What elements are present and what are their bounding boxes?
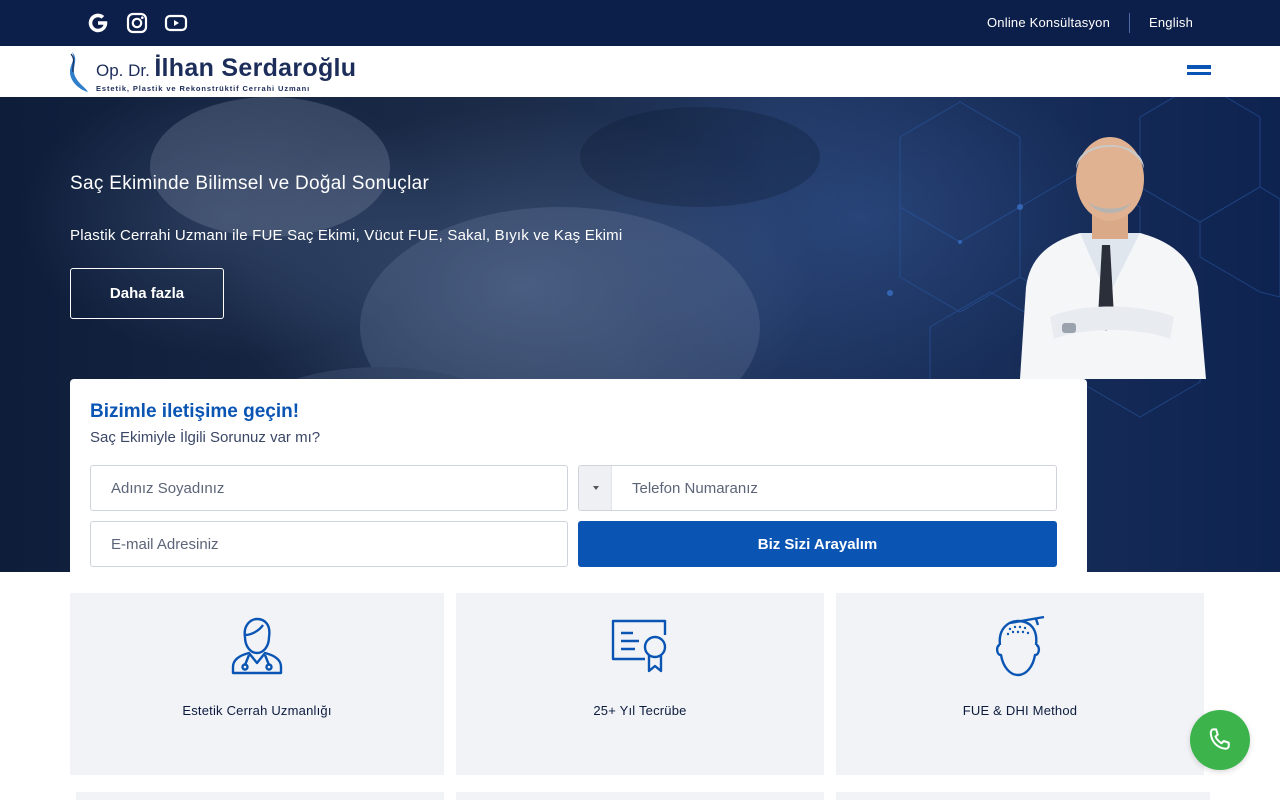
certificate-icon xyxy=(611,619,667,673)
contact-form: Bizimle iletişime geçin! Saç Ekimiyle İl… xyxy=(70,379,1087,579)
logo-swoosh-icon xyxy=(70,52,88,92)
hero-title: Saç Ekiminde Bilimsel ve Doğal Sonuçlar xyxy=(70,173,430,194)
name-input[interactable] xyxy=(90,465,568,511)
feature-label: 25+ Yıl Tecrübe xyxy=(593,703,687,718)
feature-card-row2 xyxy=(456,792,824,800)
online-consultation-link[interactable]: Online Konsültasyon xyxy=(987,15,1110,30)
more-button[interactable]: Daha fazla xyxy=(70,268,224,319)
feature-card-surgeon[interactable]: Estetik Cerrah Uzmanlığı xyxy=(70,593,444,775)
hamburger-menu-icon[interactable] xyxy=(1187,65,1211,79)
hair-transplant-head-icon xyxy=(995,615,1045,677)
feature-card-row2 xyxy=(836,792,1210,800)
form-title: Bizimle iletişime geçin! xyxy=(90,401,300,422)
form-subtitle: Saç Ekimiyle İlgili Sorunuz var mı? xyxy=(90,429,321,446)
instagram-icon[interactable] xyxy=(124,10,150,36)
top-bar: Online Konsültasyon English xyxy=(0,0,1280,46)
phone-input[interactable] xyxy=(612,466,1056,510)
phone-call-button[interactable] xyxy=(1190,710,1250,770)
surgeon-icon xyxy=(231,617,283,675)
language-link-english[interactable]: English xyxy=(1149,15,1193,30)
country-code-select[interactable] xyxy=(579,466,612,510)
youtube-icon[interactable] xyxy=(163,10,189,36)
caret-down-icon xyxy=(593,486,599,490)
header: Op. Dr. İlhan Serdaroğlu Estetik, Plasti… xyxy=(0,46,1280,97)
feature-card-method[interactable]: FUE & DHI Method xyxy=(836,593,1204,775)
call-me-button[interactable]: Biz Sizi Arayalım xyxy=(578,521,1057,567)
phone-icon xyxy=(1209,728,1230,750)
doctor-portrait xyxy=(1020,137,1206,379)
feature-card-experience[interactable]: 25+ Yıl Tecrübe xyxy=(456,593,824,775)
logo-tagline: Estetik, Plastik ve Rekonstrüktif Cerrah… xyxy=(96,84,311,93)
feature-card-row2 xyxy=(76,792,444,800)
email-input[interactable] xyxy=(90,521,568,567)
phone-field xyxy=(578,465,1057,511)
google-icon[interactable] xyxy=(85,10,111,36)
hero-subtitle: Plastik Cerrahi Uzmanı ile FUE Saç Ekimi… xyxy=(70,227,623,244)
feature-label: Estetik Cerrah Uzmanlığı xyxy=(182,703,332,718)
feature-label: FUE & DHI Method xyxy=(962,703,1078,718)
top-divider xyxy=(1129,13,1130,33)
site-logo[interactable]: Op. Dr. İlhan Serdaroğlu Estetik, Plasti… xyxy=(68,50,356,94)
logo-name: Op. Dr. İlhan Serdaroğlu xyxy=(96,54,357,82)
